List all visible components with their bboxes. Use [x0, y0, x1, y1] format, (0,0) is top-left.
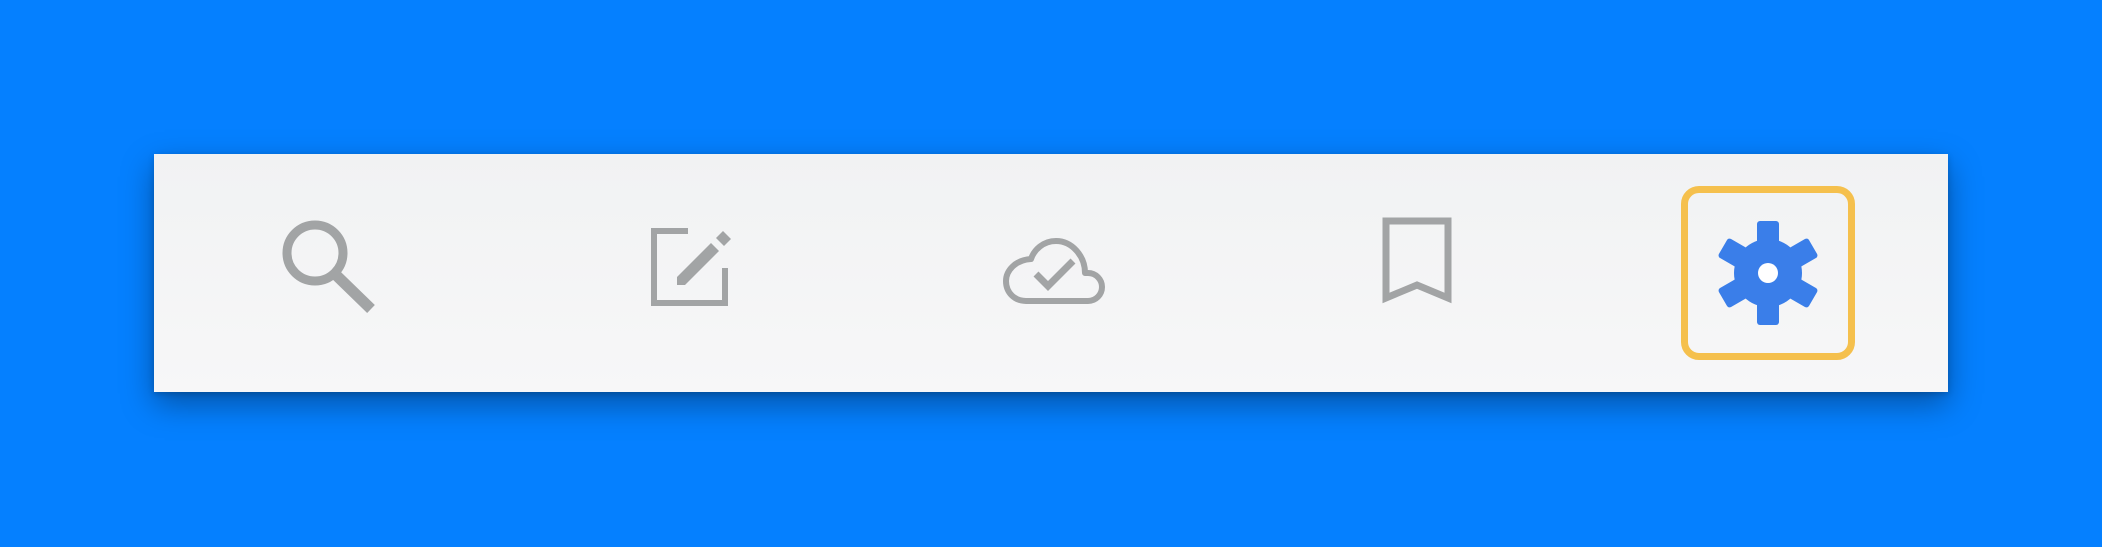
compose-icon	[651, 228, 731, 306]
cloud-sync-button[interactable]	[969, 186, 1143, 360]
bookmark-button[interactable]	[1331, 186, 1505, 360]
toolbar	[154, 154, 1948, 392]
bookmark-icon	[1382, 217, 1452, 304]
search-icon	[282, 220, 375, 313]
compose-button[interactable]	[605, 186, 779, 360]
desktop-background	[0, 0, 2102, 547]
gear-icon	[1718, 221, 1818, 325]
search-button[interactable]	[236, 186, 410, 360]
settings-button[interactable]	[1681, 186, 1855, 360]
cloud-done-icon	[1003, 238, 1105, 304]
